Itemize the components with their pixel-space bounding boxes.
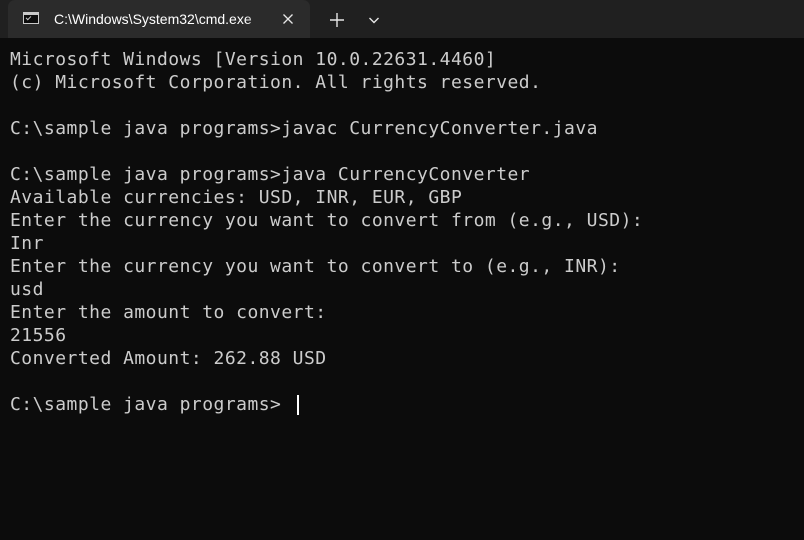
console-line: Microsoft Windows [Version 10.0.22631.44…: [10, 49, 497, 70]
tab-dropdown-button[interactable]: [363, 9, 385, 31]
text-cursor: [297, 395, 299, 415]
chevron-down-icon: [369, 17, 379, 24]
console-line: Enter the amount to convert:: [10, 302, 327, 323]
prompt-line: C:\sample java programs>: [10, 394, 282, 415]
console-line: Available currencies: USD, INR, EUR, GBP: [10, 187, 463, 208]
console-line: usd: [10, 279, 44, 300]
console-line: (c) Microsoft Corporation. All rights re…: [10, 72, 542, 93]
console-line: Inr: [10, 233, 44, 254]
console-line: C:\sample java programs>javac CurrencyCo…: [10, 118, 598, 139]
console-output[interactable]: Microsoft Windows [Version 10.0.22631.44…: [0, 38, 804, 540]
console-line: Enter the currency you want to convert f…: [10, 210, 644, 231]
new-tab-button[interactable]: [326, 9, 348, 31]
terminal-window: C:\Windows\System32\cmd.exe Microsoft Wi…: [0, 0, 804, 540]
console-line: 21556: [10, 325, 67, 346]
console-line: Enter the currency you want to convert t…: [10, 256, 621, 277]
console-line: C:\sample java programs>java CurrencyCon…: [10, 164, 531, 185]
title-bar: C:\Windows\System32\cmd.exe: [0, 0, 804, 38]
tab-cmd[interactable]: C:\Windows\System32\cmd.exe: [8, 0, 310, 38]
console-line: Converted Amount: 262.88 USD: [10, 348, 327, 369]
tab-title: C:\Windows\System32\cmd.exe: [54, 11, 252, 27]
cmd-icon: [23, 12, 39, 24]
plus-icon: [330, 13, 344, 27]
close-icon[interactable]: [280, 11, 296, 27]
